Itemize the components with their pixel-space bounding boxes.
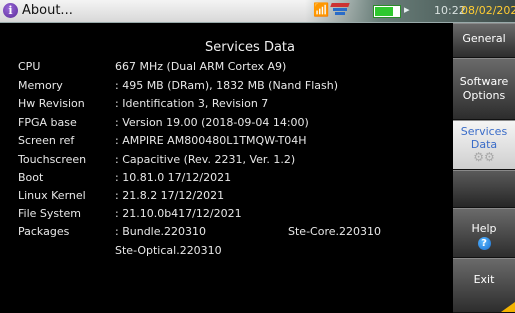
software-label-line1: Software (459, 75, 509, 88)
row-label: Linux Kernel (18, 189, 86, 202)
help-button[interactable]: Help ? (453, 208, 515, 258)
help-question-icon: ? (477, 237, 491, 250)
services-data-panel: Services Data CPU 667 MHz (Dual ARM Cort… (0, 23, 452, 313)
row-label: File System (18, 207, 81, 220)
services-data-button[interactable]: Services Data ⚙⚙ (453, 120, 515, 170)
row-value: : 21.8.2 17/12/2021 (115, 189, 225, 202)
row-value: Ste-Optical.220310 (115, 244, 222, 257)
row-value: : 10.81.0 17/12/2021 (115, 171, 232, 184)
gears-icon: ⚙⚙ (473, 150, 495, 164)
title-bar: i About... 📶 ▸ 10:22 08/02/2022 (0, 0, 515, 23)
row-value: : Identification 3, Revision 7 (115, 97, 269, 110)
empty-sidebar-slot (453, 170, 515, 208)
info-icon: i (3, 3, 18, 18)
battery-icon (373, 5, 401, 18)
row-value-secondary: Ste-Core.220310 (288, 225, 381, 238)
row-value: : Capacitive (Rev. 2231, Ver. 1.2) (115, 153, 296, 166)
general-button[interactable]: General (453, 23, 515, 58)
exit-label: Exit (473, 273, 495, 286)
help-label: Help (471, 222, 497, 235)
row-value: : Version 19.00 (2018-09-04 14:00) (115, 116, 309, 129)
row-value: : 495 MB (DRam), 1832 MB (Nand Flash) (115, 79, 338, 92)
row-value: 667 MHz (Dual ARM Cortex A9) (115, 60, 287, 73)
network-icon (330, 3, 350, 17)
power-plug-icon: ▸ (404, 3, 410, 16)
row-label: Hw Revision (18, 97, 85, 110)
wifi-icon: 📶 (313, 3, 330, 18)
clock-date: 08/02/2022 (461, 4, 515, 17)
row-label: Memory (18, 79, 63, 92)
right-sidebar: General Software Options Services Data ⚙… (453, 23, 515, 313)
general-label: General (462, 32, 506, 45)
software-label-line2: Options (462, 89, 506, 102)
row-value: : Bundle.220310 (115, 225, 206, 238)
row-label: Screen ref (18, 134, 75, 147)
row-value: : 21.10.0b417/12/2021 (115, 207, 242, 220)
row-value: : AMPIRE AM800480L1TMQW-T04H (115, 134, 307, 147)
corner-indicator-icon (501, 302, 515, 312)
row-label: Boot (18, 171, 44, 184)
row-label: Packages (18, 225, 70, 238)
services-label-line1: Services (460, 125, 508, 138)
window-title: About... (22, 3, 73, 18)
page-title: Services Data (205, 40, 295, 55)
row-label: FPGA base (18, 116, 77, 129)
exit-button[interactable]: Exit (453, 258, 515, 313)
software-options-button[interactable]: Software Options (453, 58, 515, 120)
row-label: CPU (18, 60, 41, 73)
row-label: Touchscreen (18, 153, 87, 166)
